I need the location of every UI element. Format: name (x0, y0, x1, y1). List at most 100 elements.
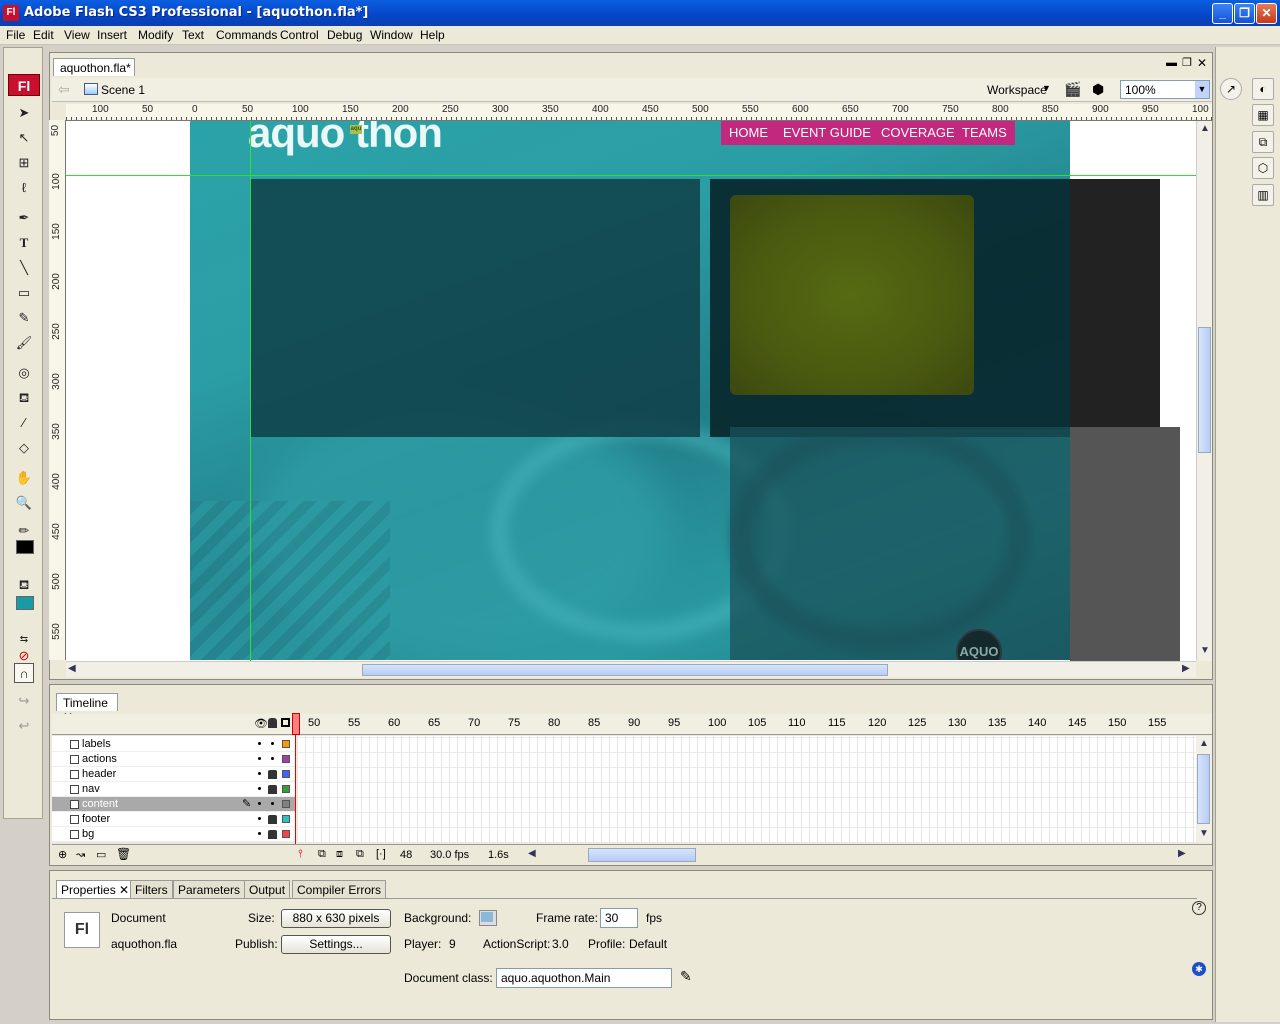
visibility-dot[interactable] (258, 832, 261, 835)
timeline-vertical-scrollbar[interactable]: ▲ ▼ (1196, 736, 1212, 842)
minimize-button[interactable]: _ (1212, 3, 1233, 24)
scroll-up-icon[interactable]: ▲ (1199, 738, 1209, 749)
rectangle-tool-icon[interactable]: ▭ (14, 283, 34, 303)
layer-row[interactable]: header (52, 767, 296, 782)
tab-compiler-errors[interactable]: Compiler Errors (292, 880, 387, 898)
doc-close-icon[interactable]: ✕ (1197, 56, 1207, 70)
lock-dot[interactable] (271, 802, 274, 805)
layer-row[interactable]: labels (52, 737, 296, 752)
new-folder-icon[interactable]: ▭ (96, 848, 106, 861)
edit-scene-icon[interactable]: 🎬 (1064, 81, 1081, 98)
layer-row[interactable]: footer (52, 812, 296, 827)
nav-teams[interactable]: TEAMS (954, 121, 1015, 145)
outline-color-swatch[interactable] (282, 755, 290, 763)
background-color-swatch[interactable] (479, 910, 497, 926)
workspace-chevron-down-icon[interactable]: ▼ (1042, 83, 1051, 93)
horizontal-guide[interactable] (66, 175, 1196, 176)
document-tab[interactable]: aquothon.fla* (53, 58, 135, 76)
vertical-guide[interactable] (250, 121, 251, 661)
outline-color-swatch[interactable] (282, 830, 290, 838)
layer-row[interactable]: bg (52, 827, 296, 842)
outline-color-swatch[interactable] (282, 785, 290, 793)
eye-icon[interactable]: 👁 (254, 717, 268, 730)
document-class-input[interactable]: aquo.aquothon.Main (496, 968, 672, 988)
visibility-dot[interactable] (258, 787, 261, 790)
stroke-color-swatch[interactable] (16, 540, 34, 554)
tab-properties[interactable]: Properties ✕ (56, 880, 135, 898)
close-button[interactable]: ✕ (1256, 3, 1277, 24)
zoom-tool-icon[interactable]: 🔍 (14, 493, 34, 513)
scroll-down-icon[interactable]: ▼ (1199, 828, 1209, 839)
vertical-scrollbar[interactable]: ▲ ▼ (1196, 121, 1212, 661)
ink-bottle-tool-icon[interactable]: ◎ (14, 363, 34, 383)
lock-icon[interactable] (268, 815, 277, 824)
framerate-input[interactable]: 30 (600, 908, 638, 928)
lock-icon[interactable] (268, 770, 277, 779)
timeline-tab[interactable]: Timeline ✕ (56, 693, 118, 724)
menu-commands[interactable]: Commands (216, 28, 277, 42)
visibility-dot[interactable] (258, 772, 261, 775)
menu-help[interactable]: Help (420, 28, 445, 42)
lasso-tool-icon[interactable]: ℓ (14, 178, 34, 198)
delete-layer-icon[interactable]: 🗑 (116, 847, 131, 861)
accessibility-icon[interactable]: ✱ (1192, 962, 1206, 976)
smooth-icon[interactable]: ↪ (14, 691, 34, 711)
scroll-right-icon[interactable]: ▶ (1182, 663, 1190, 674)
doc-restore-icon[interactable]: ❐ (1182, 56, 1192, 69)
nav-coverage[interactable]: COVERAGE (873, 121, 963, 145)
menu-text[interactable]: Text (182, 28, 204, 42)
brush-tool-icon[interactable]: 🖌 (14, 333, 34, 353)
workspace-menu[interactable]: Workspace (987, 83, 1047, 97)
pencil-tool-icon[interactable]: ✎ (14, 308, 34, 328)
fill-color-swatch[interactable] (16, 596, 34, 610)
straighten-icon[interactable]: ↩ (14, 716, 34, 736)
properties-dock-icon[interactable]: ↗ (1220, 78, 1242, 100)
lock-dot[interactable] (271, 757, 274, 760)
olive-video-box[interactable] (730, 195, 974, 395)
onion-outline-icon[interactable]: ⧈ (336, 848, 343, 861)
lock-dot[interactable] (271, 742, 274, 745)
layer-row-selected[interactable]: content ✎ (52, 797, 296, 812)
outline-color-swatch[interactable] (282, 740, 290, 748)
paint-bucket-tool-icon[interactable]: ⛾ (14, 388, 34, 408)
zoom-select[interactable]: 100% ▼ (1120, 80, 1210, 99)
color-dock-icon[interactable]: ◐ (1252, 78, 1274, 100)
layer-row[interactable]: nav (52, 782, 296, 797)
menu-file[interactable]: File (6, 28, 25, 42)
outline-all-icon[interactable] (281, 718, 290, 727)
align-dock-icon[interactable]: ▦ (1252, 104, 1274, 126)
visibility-dot[interactable] (258, 757, 261, 760)
snap-magnet-icon[interactable]: ∩ (14, 663, 34, 683)
menu-insert[interactable]: Insert (97, 28, 127, 42)
menu-view[interactable]: View (64, 28, 90, 42)
new-layer-icon[interactable]: ⊕ (58, 848, 67, 861)
frame-grid[interactable] (298, 736, 1196, 842)
edit-class-pencil-icon[interactable]: ✎ (680, 968, 692, 985)
help-icon[interactable]: ? (1192, 901, 1206, 915)
scroll-down-icon[interactable]: ▼ (1200, 645, 1210, 656)
eraser-tool-icon[interactable]: ◇ (14, 438, 34, 458)
scroll-up-icon[interactable]: ▲ (1200, 123, 1210, 134)
line-tool-icon[interactable]: ╲ (14, 258, 34, 278)
outline-color-swatch[interactable] (282, 770, 290, 778)
selection-tool-icon[interactable]: ➤ (14, 103, 34, 123)
timeline-vscroll-thumb[interactable] (1197, 754, 1210, 824)
visibility-dot[interactable] (258, 817, 261, 820)
zoom-chevron-down-icon[interactable]: ▼ (1195, 81, 1209, 98)
text-tool-icon[interactable]: T (14, 233, 34, 253)
tab-output[interactable]: Output (244, 880, 291, 898)
menu-window[interactable]: Window (370, 28, 413, 42)
lock-all-icon[interactable] (268, 718, 277, 728)
vertical-scroll-thumb[interactable] (1198, 327, 1211, 453)
content-panel-bottom[interactable] (730, 427, 1070, 660)
frame-ruler[interactable]: 50 55 60 65 70 75 80 85 90 95 100 105 11… (308, 717, 1208, 733)
tab-parameters[interactable]: Parameters (173, 880, 246, 898)
layer-row[interactable]: actions (52, 752, 296, 767)
settings-button[interactable]: Settings... (281, 935, 391, 954)
menu-modify[interactable]: Modify (138, 28, 173, 42)
tab-filters[interactable]: Filters (130, 880, 173, 898)
free-transform-tool-icon[interactable]: ⊞ (14, 153, 34, 173)
lock-icon[interactable] (268, 830, 277, 839)
tl-scroll-right-icon[interactable]: ▶ (1178, 848, 1186, 859)
playhead[interactable] (292, 713, 300, 844)
